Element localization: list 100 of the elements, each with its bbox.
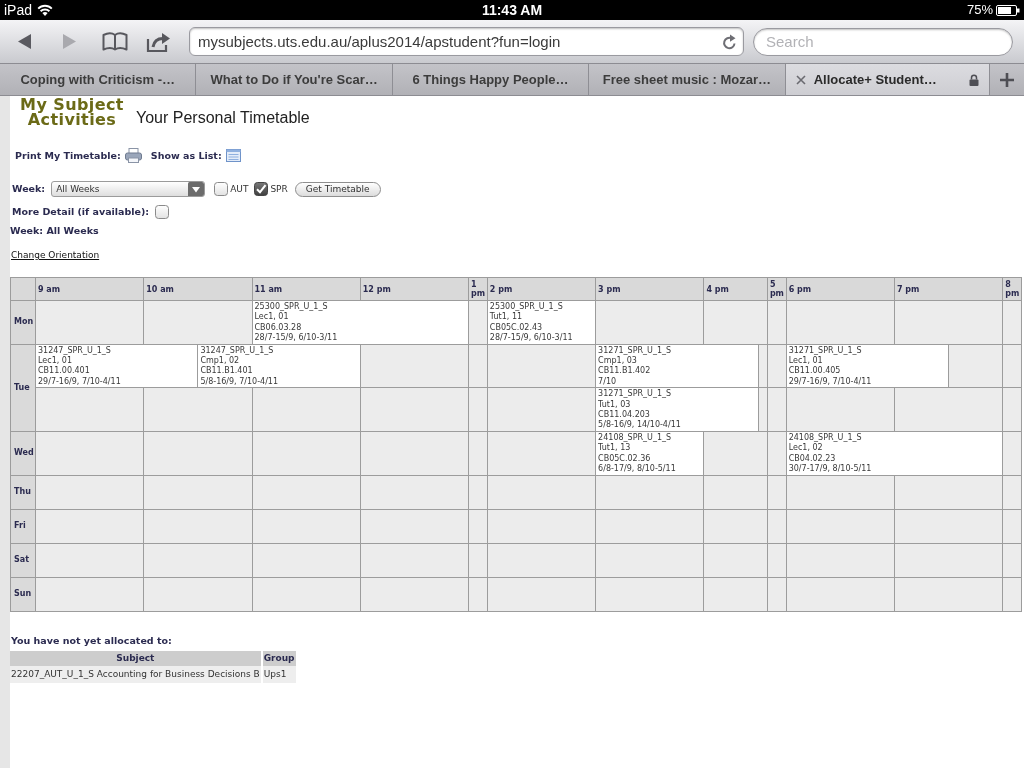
event-weeks: 6/8-17/9, 8/10-5/11 <box>598 464 677 475</box>
semester-checkbox[interactable] <box>214 182 229 196</box>
event-code: 24108_SPR_U_1_S <box>788 432 863 443</box>
event-activity: Lec1, 01 <box>788 356 824 366</box>
event-block[interactable]: 31271_SPR_U_1_S Tut1, 03 CB11.04.203 5/8-16/9, 14/10-4/11 <box>596 388 759 432</box>
event-block[interactable]: 24108_SPR_U_1_S Lec1, 02 CB04.02.23 30/7-17/9, 8/10-5/11 <box>786 431 1004 476</box>
semester-checkbox[interactable] <box>254 182 269 196</box>
page-title: Your Personal Timetable <box>136 108 310 127</box>
event-activity: Cmp1, 02 <box>200 356 241 366</box>
timetable-slot <box>469 388 488 432</box>
new-tab-button[interactable] <box>990 64 1024 95</box>
event-room: CB11.B1.401 <box>200 366 254 377</box>
day-label: Sat <box>11 543 36 578</box>
event-block[interactable]: 31247_SPR_U_1_S Cmp1, 02 CB11.B1.401 5/8-16/9, 7/10-4/11 <box>198 344 361 389</box>
browser-tab[interactable]: What to Do if You're Scar… <box>196 64 393 95</box>
share-icon[interactable] <box>146 31 171 52</box>
timetable-slot <box>704 543 768 578</box>
event-block[interactable]: 31271_SPR_U_1_S Cmp1, 03 CB11.B1.402 7/10 <box>596 344 759 389</box>
event-room: CB04.02.23 <box>788 453 837 464</box>
event-block[interactable]: 24108_SPR_U_1_S Tut1, 13 CB05C.02.36 6/8-17/9, 8/10-5/11 <box>596 431 705 476</box>
timetable-slot <box>1003 431 1022 476</box>
hour-header: 12 pm <box>360 278 470 301</box>
device-name: iPad <box>4 2 33 18</box>
event-room: CB11.B1.402 <box>598 366 652 377</box>
lock-icon <box>969 73 980 86</box>
hour-header: 6 pm <box>786 278 895 301</box>
more-detail-label: More Detail (if available): <box>12 206 150 218</box>
timetable-slot <box>1003 344 1022 389</box>
event-weeks: 5/8-16/9, 7/10-4/11 <box>200 376 280 388</box>
event-code: 31271_SPR_U_1_S <box>788 345 863 356</box>
search-field[interactable]: Search <box>753 27 1013 56</box>
event-activity: Tut1, 13 <box>598 443 632 454</box>
timetable-slot <box>469 344 488 389</box>
browser-tab[interactable]: Coping with Criticism -… <box>0 64 197 95</box>
action-label: Show as List: <box>150 149 222 162</box>
browser-tab[interactable]: Allocate+ Student… <box>785 64 991 95</box>
event-room: CB05C.02.36 <box>598 453 652 464</box>
timetable-slot <box>1003 388 1022 432</box>
battery-icon <box>996 4 1020 16</box>
week-label: Week: <box>12 183 46 195</box>
day-label: Thu <box>11 475 36 510</box>
timetable-slot <box>758 344 768 389</box>
hour-header: 4 pm <box>704 278 768 301</box>
hour-header: 8 pm <box>1003 278 1022 301</box>
timetable-slot <box>469 543 488 578</box>
event-block[interactable]: 25300_SPR_U_1_S Lec1, 01 CB06.03.28 28/7-15/9, 6/10-3/11 <box>252 301 470 345</box>
clock-time: 11:43 AM <box>481 2 543 18</box>
column-header: Group <box>261 650 297 666</box>
close-icon[interactable] <box>795 74 806 85</box>
timetable-slot <box>469 431 488 476</box>
hour-header: 1 pm <box>469 278 488 301</box>
timetable-slot <box>704 577 768 612</box>
current-week-text: Week: All Weeks <box>10 225 99 237</box>
event-code: 31271_SPR_U_1_S <box>598 389 673 400</box>
timetable-slot <box>704 431 768 476</box>
browser-tab[interactable]: Free sheet music : Mozar… <box>589 64 786 95</box>
event-activity: Lec1, 01 <box>38 356 73 366</box>
event-room: CB11.00.401 <box>38 366 91 377</box>
event-room: CB11.00.405 <box>788 366 842 377</box>
hour-header: 3 pm <box>596 278 705 301</box>
event-code: 25300_SPR_U_1_S <box>489 302 564 312</box>
event-room: CB11.04.203 <box>598 410 651 420</box>
event-weeks: 30/7-17/9, 8/10-5/11 <box>788 464 873 475</box>
timetable-slot <box>469 475 488 510</box>
event-block[interactable]: 25300_SPR_U_1_S Tut1, 11 CB05C.02.43 28/7-15/9, 6/10-3/11 <box>487 301 597 345</box>
day-label: Wed <box>11 431 36 476</box>
week-select[interactable]: All Weeks <box>51 181 206 197</box>
change-orientation-link[interactable]: Change Orientation <box>11 249 100 261</box>
battery-percent: 75% <box>966 2 993 18</box>
semester-label: SPR <box>270 183 288 195</box>
back-icon[interactable] <box>16 33 32 50</box>
printer-icon[interactable] <box>124 148 142 163</box>
event-activity: Tut1, 03 <box>598 399 632 410</box>
list-icon[interactable] <box>225 149 241 162</box>
column-header: Subject <box>10 650 262 666</box>
event-weeks: 29/7-16/9, 7/10-4/11 <box>788 376 873 388</box>
event-activity: Lec1, 01 <box>254 312 290 323</box>
event-weeks: 7/10 <box>598 376 618 388</box>
event-block[interactable]: 31247_SPR_U_1_S Lec1, 01 CB11.00.401 29/7-16/9, 7/10-4/11 <box>36 344 199 389</box>
more-detail-checkbox[interactable] <box>155 205 170 219</box>
reload-icon[interactable] <box>722 33 737 50</box>
event-activity: Cmp1, 03 <box>598 356 638 366</box>
event-code: 31271_SPR_U_1_S <box>598 345 673 356</box>
hour-header: 2 pm <box>487 278 597 301</box>
event-block[interactable]: 31271_SPR_U_1_S Lec1, 01 CB11.00.405 29/7-16/9, 7/10-4/11 <box>786 344 950 389</box>
timetable-slot <box>469 301 488 345</box>
get-timetable-button[interactable]: Get Timetable <box>294 181 381 197</box>
timetable-slot <box>758 388 768 432</box>
url-field[interactable]: mysubjects.uts.edu.au/aplus2014/apstudent?fun=login <box>189 27 744 56</box>
plus-icon <box>1000 72 1015 87</box>
browser-tab[interactable]: 6 Things Happy People… <box>392 64 590 95</box>
bookmarks-icon[interactable] <box>102 32 128 51</box>
timetable-slot <box>1003 301 1022 345</box>
event-code: 31247_SPR_U_1_S <box>200 345 275 356</box>
hour-header: 11 am <box>252 278 361 301</box>
timetable-slot <box>1003 509 1022 544</box>
timetable-slot <box>1003 475 1022 510</box>
timetable-slot <box>469 577 488 612</box>
wifi-icon <box>37 4 54 16</box>
event-code: 31247_SPR_U_1_S <box>38 345 112 356</box>
